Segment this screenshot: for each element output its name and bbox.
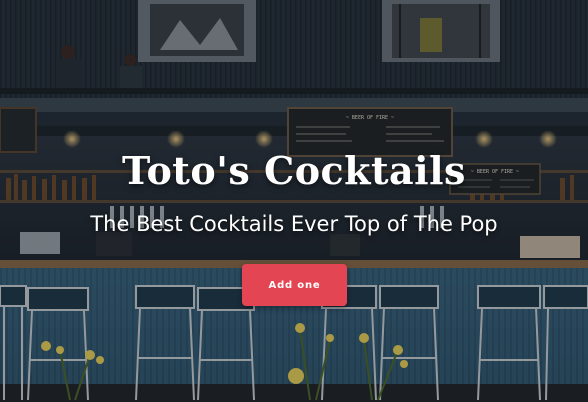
hero-content: Toto's Cocktails The Best Cocktails Ever… (0, 0, 588, 402)
hero-subtitle: The Best Cocktails Ever Top of The Pop (90, 212, 498, 236)
hero-section: ~ BEER OF FIRE ~ ~ BEER OF FIRE ~ Toto's… (0, 0, 588, 402)
add-one-button[interactable]: Add one (242, 264, 347, 306)
hero-title: Toto's Cocktails (122, 148, 466, 193)
